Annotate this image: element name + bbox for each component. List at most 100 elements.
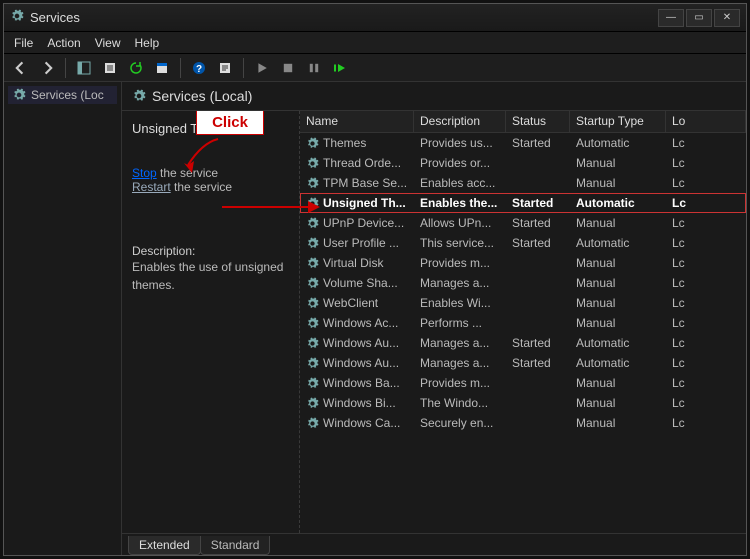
service-startup: Automatic xyxy=(570,356,666,370)
gear-icon xyxy=(306,377,319,390)
service-startup: Manual xyxy=(570,216,666,230)
tree-root-services[interactable]: Services (Loc xyxy=(8,86,117,104)
stop-service-link[interactable]: Stop xyxy=(132,166,157,180)
toolbar-separator xyxy=(180,58,181,78)
toolbar-separator xyxy=(243,58,244,78)
service-startup: Manual xyxy=(570,276,666,290)
service-description: Provides or... xyxy=(414,156,506,170)
stop-service-button[interactable] xyxy=(277,57,299,79)
service-logon: Lc xyxy=(666,216,746,230)
service-name: Windows Au... xyxy=(323,356,399,370)
gear-icon xyxy=(12,88,26,102)
tab-standard[interactable]: Standard xyxy=(200,536,271,555)
service-logon: Lc xyxy=(666,276,746,290)
col-logon[interactable]: Lo xyxy=(666,111,746,132)
service-status: Started xyxy=(506,236,570,250)
service-logon: Lc xyxy=(666,416,746,430)
service-startup: Manual xyxy=(570,316,666,330)
service-name: Windows Ca... xyxy=(323,416,400,430)
gear-icon xyxy=(306,417,319,430)
service-row[interactable]: Volume Sha...Manages a...ManualLc xyxy=(300,273,746,293)
service-row[interactable]: TPM Base Se...Enables acc...ManualLc xyxy=(300,173,746,193)
gear-icon xyxy=(306,317,319,330)
service-row[interactable]: Windows Ac...Performs ...ManualLc xyxy=(300,313,746,333)
pause-service-button[interactable] xyxy=(303,57,325,79)
service-row[interactable]: Windows Ba...Provides m...ManualLc xyxy=(300,373,746,393)
service-row[interactable]: Unsigned Th...Enables the...StartedAutom… xyxy=(300,193,746,213)
service-row[interactable]: Thread Orde...Provides or...ManualLc xyxy=(300,153,746,173)
forward-button[interactable] xyxy=(36,57,58,79)
gear-icon xyxy=(306,337,319,350)
col-status[interactable]: Status xyxy=(506,111,570,132)
toolbar: ? xyxy=(4,54,746,82)
service-logon: Lc xyxy=(666,156,746,170)
service-name: Thread Orde... xyxy=(323,156,401,170)
minimize-button[interactable]: ― xyxy=(658,9,684,27)
service-logon: Lc xyxy=(666,136,746,150)
services-window: Services ― ▭ ✕ File Action View Help ? xyxy=(3,3,747,556)
close-button[interactable]: ✕ xyxy=(714,9,740,27)
col-description[interactable]: Description xyxy=(414,111,506,132)
menu-file[interactable]: File xyxy=(14,36,33,50)
service-description: This service... xyxy=(414,236,506,250)
service-description: Enables acc... xyxy=(414,176,506,190)
gear-icon xyxy=(306,397,319,410)
service-description: Provides m... xyxy=(414,256,506,270)
service-logon: Lc xyxy=(666,356,746,370)
service-startup: Manual xyxy=(570,256,666,270)
service-description: Enables Wi... xyxy=(414,296,506,310)
menu-view[interactable]: View xyxy=(95,36,121,50)
service-startup: Automatic xyxy=(570,136,666,150)
menu-help[interactable]: Help xyxy=(135,36,160,50)
maximize-button[interactable]: ▭ xyxy=(686,9,712,27)
gear-icon xyxy=(306,257,319,270)
service-row[interactable]: Virtual DiskProvides m...ManualLc xyxy=(300,253,746,273)
service-name: User Profile ... xyxy=(323,236,399,250)
service-logon: Lc xyxy=(666,236,746,250)
service-name: Themes xyxy=(323,136,366,150)
service-name: Windows Ba... xyxy=(323,376,400,390)
refresh-button[interactable] xyxy=(125,57,147,79)
service-row[interactable]: UPnP Device...Allows UPn...StartedManual… xyxy=(300,213,746,233)
export-list-button[interactable] xyxy=(99,57,121,79)
service-startup: Manual xyxy=(570,416,666,430)
service-name: WebClient xyxy=(323,296,378,310)
restart-service-link[interactable]: Restart xyxy=(132,180,171,194)
service-row[interactable]: User Profile ...This service...StartedAu… xyxy=(300,233,746,253)
service-row[interactable]: ThemesProvides us...StartedAutomaticLc xyxy=(300,133,746,153)
service-row[interactable]: WebClientEnables Wi...ManualLc xyxy=(300,293,746,313)
main-pane: Services (Local) Click Unsigned T Stop t… xyxy=(122,82,746,555)
description-heading: Description: xyxy=(132,244,289,258)
service-description: Manages a... xyxy=(414,336,506,350)
service-status: Started xyxy=(506,336,570,350)
service-startup: Manual xyxy=(570,396,666,410)
show-hide-tree-button[interactable] xyxy=(73,57,95,79)
details-button[interactable] xyxy=(214,57,236,79)
gear-icon xyxy=(306,137,319,150)
service-status: Started xyxy=(506,216,570,230)
service-description: Securely en... xyxy=(414,416,506,430)
start-service-button[interactable] xyxy=(251,57,273,79)
service-description: Provides m... xyxy=(414,376,506,390)
col-name[interactable]: Name xyxy=(300,111,414,132)
properties-button[interactable] xyxy=(151,57,173,79)
annotation-arrow-icon xyxy=(222,197,322,217)
service-logon: Lc xyxy=(666,376,746,390)
service-row[interactable]: Windows Au...Manages a...StartedAutomati… xyxy=(300,353,746,373)
back-button[interactable] xyxy=(10,57,32,79)
service-row[interactable]: Windows Bi...The Windo...ManualLc xyxy=(300,393,746,413)
restart-service-button[interactable] xyxy=(329,57,351,79)
help-button[interactable]: ? xyxy=(188,57,210,79)
service-startup: Manual xyxy=(570,176,666,190)
service-row[interactable]: Windows Ca... Securely en... ManualLc xyxy=(300,413,746,433)
service-name: TPM Base Se... xyxy=(323,176,407,190)
col-startup[interactable]: Startup Type xyxy=(570,111,666,132)
tab-extended[interactable]: Extended xyxy=(128,536,201,555)
toolbar-separator xyxy=(65,58,66,78)
menu-action[interactable]: Action xyxy=(47,36,80,50)
titlebar[interactable]: Services ― ▭ ✕ xyxy=(4,4,746,32)
service-description: The Windo... xyxy=(414,396,506,410)
tree-pane: Services (Loc xyxy=(4,82,122,555)
service-logon: Lc xyxy=(666,256,746,270)
service-row[interactable]: Windows Au...Manages a...StartedAutomati… xyxy=(300,333,746,353)
